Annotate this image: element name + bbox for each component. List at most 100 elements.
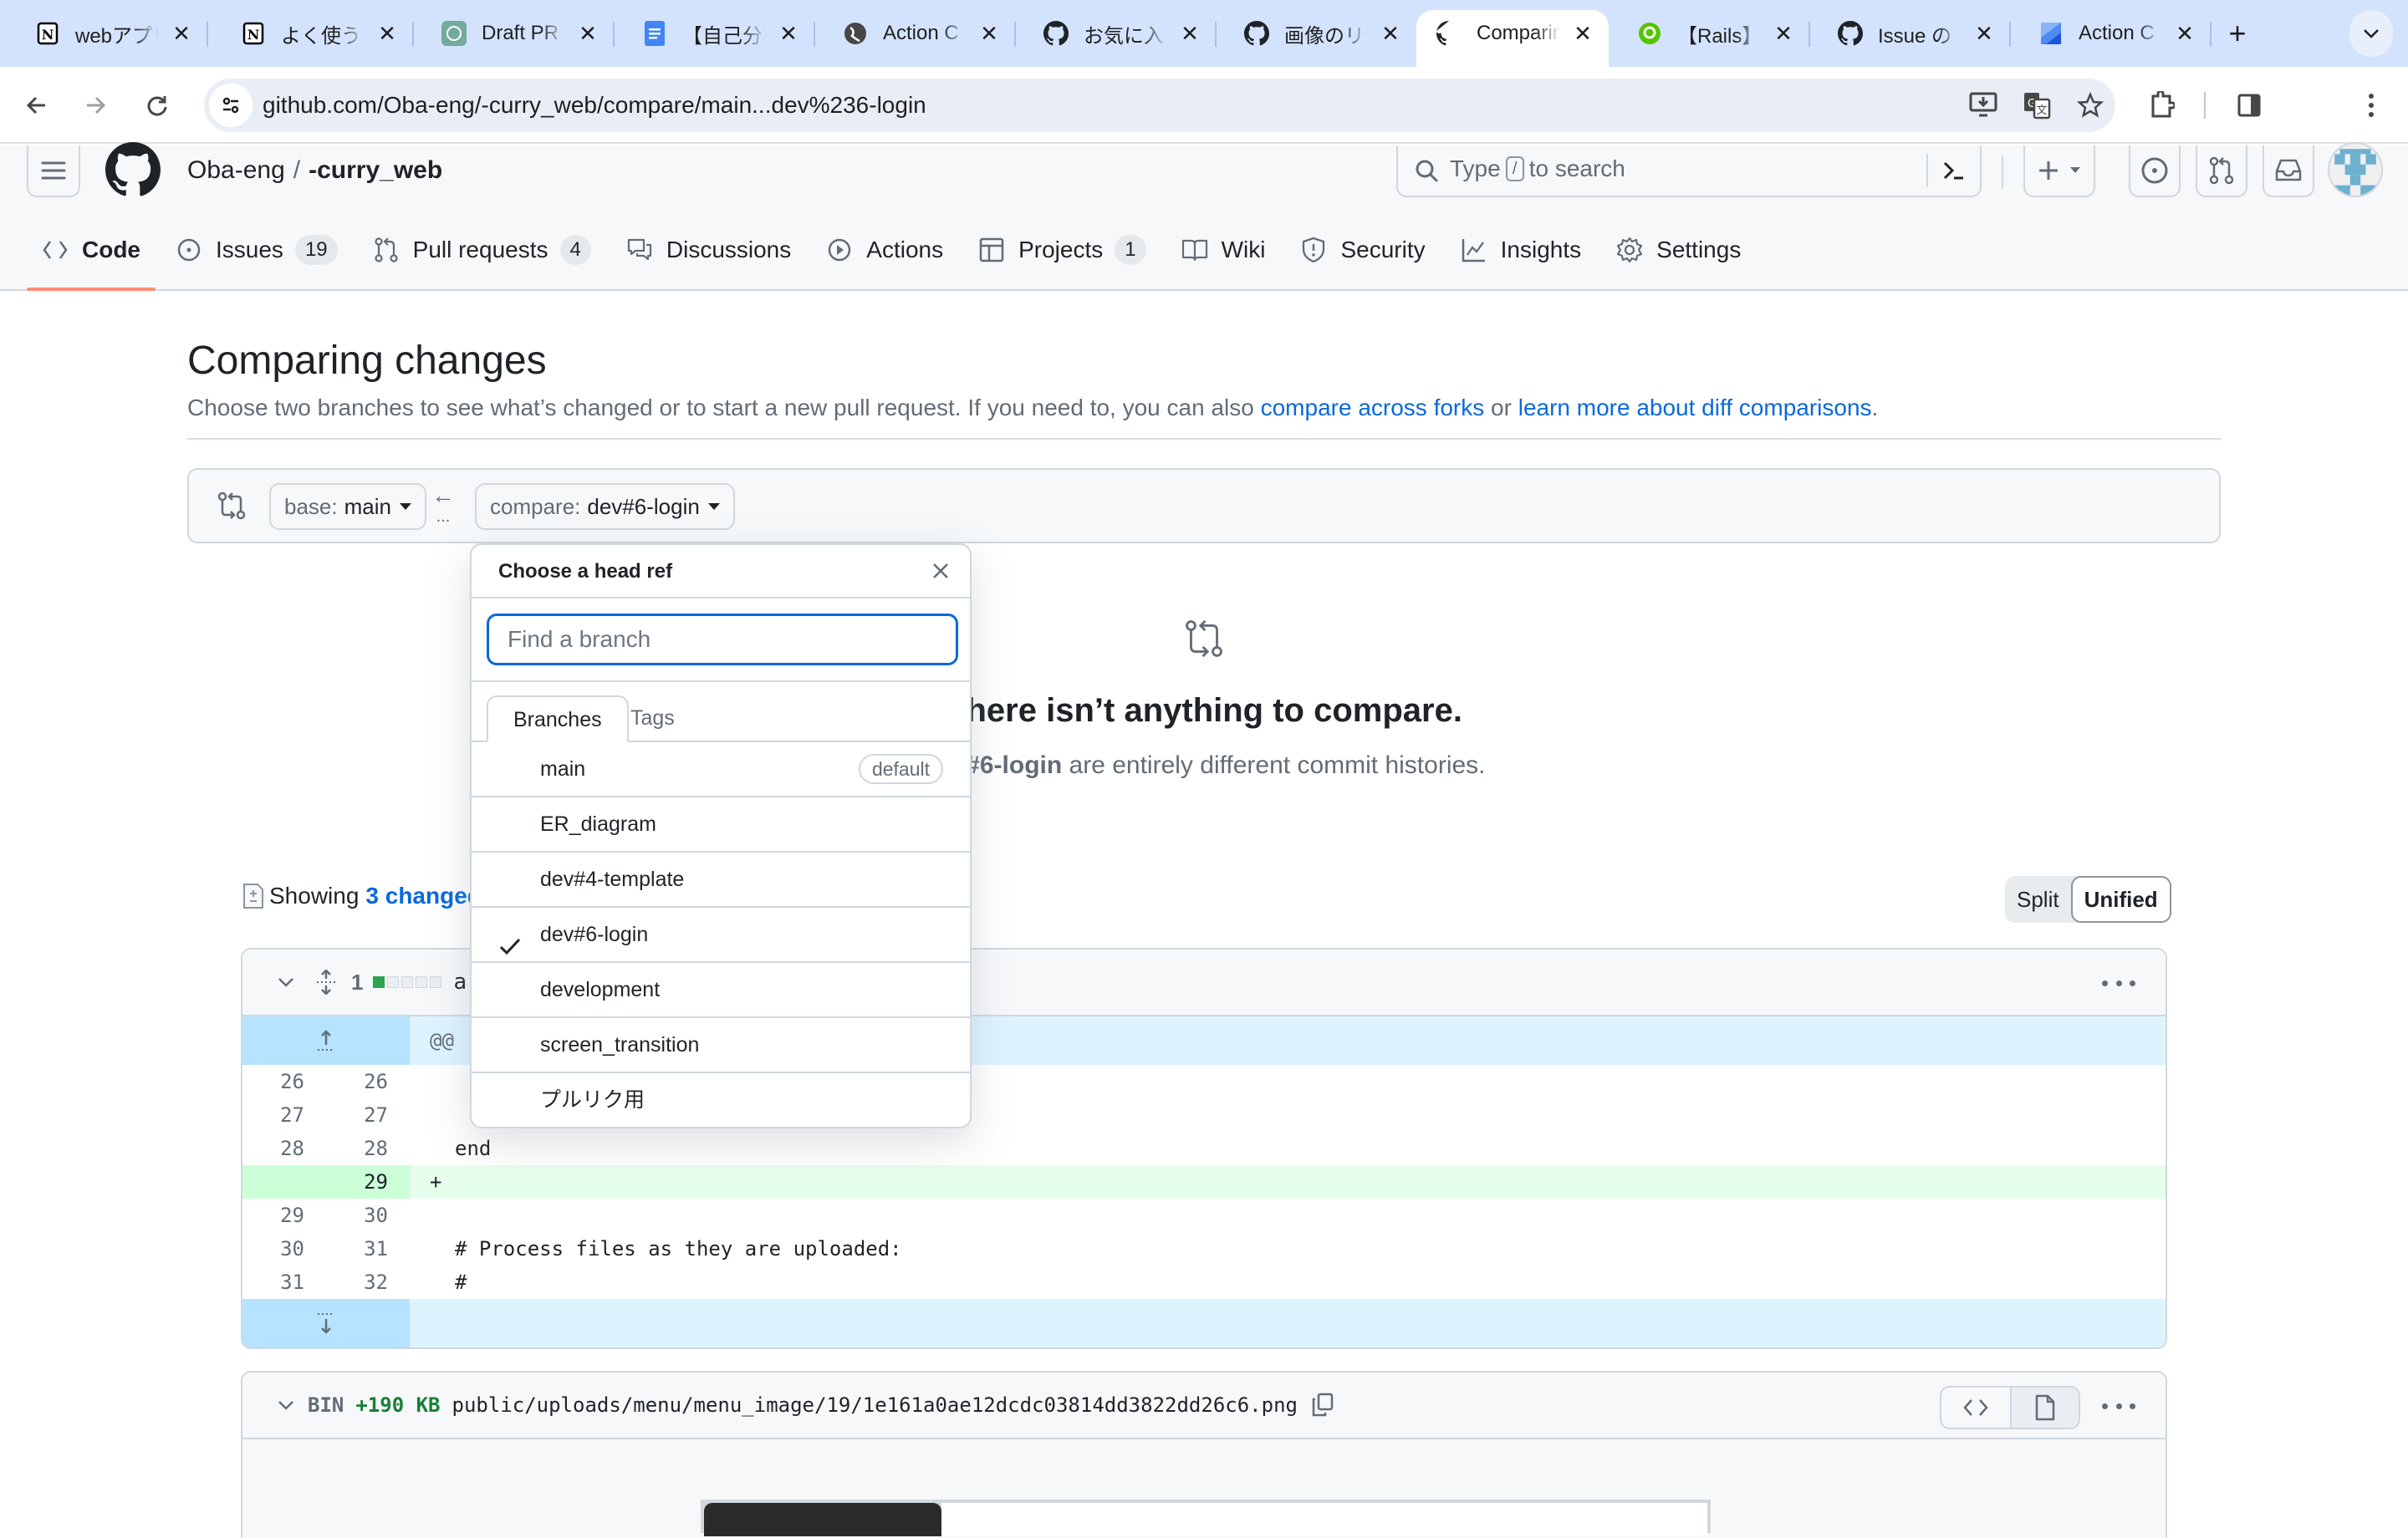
branch-item[interactable]: dev#6-login [472, 908, 970, 963]
file-options-icon[interactable] [2102, 968, 2135, 998]
close-tab-icon[interactable]: ✕ [978, 21, 1000, 47]
address-bar[interactable]: github.com/Oba-eng/-curry_web/compare/ma… [204, 79, 2115, 132]
browser-tab[interactable]: Action C ✕ [823, 10, 1016, 57]
branch-item[interactable]: ER_diagram [472, 797, 970, 853]
create-new-button[interactable] [2023, 145, 2095, 197]
close-tab-icon[interactable]: ✕ [577, 21, 599, 47]
site-info-icon[interactable] [209, 84, 253, 127]
new-line-number[interactable]: 26 [326, 1065, 410, 1098]
close-tab-icon[interactable]: ✕ [1773, 21, 1794, 47]
browser-tab[interactable]: 【Rails】 ✕ [1617, 10, 1810, 57]
forward-button[interactable] [75, 85, 115, 125]
old-line-number[interactable]: 31 [242, 1266, 326, 1299]
branch-item[interactable]: main default [472, 742, 970, 797]
new-line-number[interactable]: 29 [326, 1165, 410, 1199]
new-line-number[interactable]: 31 [326, 1232, 410, 1266]
browser-tab[interactable]: 【自己分析✕ [622, 10, 815, 57]
new-line-number[interactable]: 32 [326, 1266, 410, 1299]
base-branch-button[interactable]: base: main [269, 483, 426, 530]
tab-search-button[interactable] [2349, 10, 2393, 57]
new-line-number[interactable]: 30 [326, 1199, 410, 1232]
close-tab-icon[interactable]: ✕ [1380, 21, 1401, 47]
close-tab-icon[interactable]: ✕ [1973, 21, 1995, 47]
tab-pull-requests[interactable]: Pull requests 4 [358, 222, 606, 278]
close-tab-icon[interactable]: ✕ [376, 21, 398, 47]
bookmark-star-icon[interactable] [2074, 89, 2107, 122]
close-tab-icon[interactable]: ✕ [778, 21, 799, 47]
copy-icon[interactable] [1311, 1393, 1334, 1418]
close-icon[interactable] [926, 557, 955, 585]
old-line-number[interactable] [242, 1165, 326, 1199]
owner-link[interactable]: Oba-eng [187, 156, 285, 184]
browser-tab[interactable]: N よく使うコ✕ [221, 10, 414, 57]
tab-wiki[interactable]: Wiki [1166, 222, 1281, 278]
pull-requests-button[interactable] [2196, 145, 2247, 197]
tab-discussions[interactable]: Discussions [611, 222, 806, 278]
tab-actions[interactable]: Actions [811, 222, 958, 278]
old-line-number[interactable]: 27 [242, 1098, 326, 1132]
old-line-number[interactable]: 26 [242, 1065, 326, 1098]
split-view-option[interactable]: Split [2005, 876, 2071, 923]
close-tab-icon[interactable]: ✕ [171, 21, 192, 47]
inbox-button[interactable] [2263, 145, 2314, 197]
caret-down-icon [2070, 167, 2080, 173]
expand-all-icon[interactable] [314, 970, 338, 995]
file-options-icon[interactable] [2102, 1391, 2135, 1421]
tab-security[interactable]: Security [1285, 222, 1440, 278]
new-line-number[interactable]: 28 [326, 1132, 410, 1165]
back-button[interactable] [17, 85, 57, 125]
close-tab-icon[interactable]: ✕ [1179, 21, 1201, 47]
branch-filter-input[interactable] [487, 614, 958, 665]
reload-button[interactable] [137, 85, 177, 125]
expand-down-icon[interactable] [242, 1299, 410, 1347]
old-line-number[interactable]: 28 [242, 1132, 326, 1165]
user-avatar[interactable] [2328, 142, 2383, 197]
close-tab-icon[interactable]: ✕ [2174, 21, 2196, 47]
browser-tab[interactable]: Issue の ✕ [1818, 10, 2011, 57]
command-palette-icon[interactable] [1926, 154, 1980, 187]
compare-across-forks-link[interactable]: compare across forks [1261, 395, 1485, 420]
tab-code[interactable]: Code [27, 222, 156, 291]
install-app-icon[interactable] [1967, 89, 2000, 122]
tab-projects[interactable]: Projects 1 [963, 222, 1161, 278]
compare-branch-button[interactable]: compare: dev#6-login [475, 483, 735, 530]
file-path[interactable]: public/uploads/menu/menu_image/19/1e161a… [452, 1393, 1298, 1417]
branch-item[interactable]: development [472, 963, 970, 1018]
search-input[interactable]: Type / to search [1396, 145, 1982, 197]
browser-tab[interactable]: Draft PR ✕ [421, 10, 615, 57]
github-logo-icon[interactable] [105, 142, 161, 196]
chrome-menu-icon[interactable] [2351, 85, 2391, 125]
translate-icon[interactable]: G文 [2020, 89, 2053, 122]
unified-view-option[interactable]: Unified [2070, 876, 2171, 923]
side-panel-icon[interactable] [2229, 85, 2269, 125]
chevron-down-icon[interactable] [276, 1395, 296, 1415]
browser-tab-active[interactable]: Comparing✕ [1416, 10, 1609, 67]
tab-tags[interactable]: Tags [605, 695, 700, 742]
tab-settings[interactable]: Settings [1601, 222, 1756, 278]
close-tab-icon[interactable]: ✕ [1572, 21, 1594, 47]
extensions-icon[interactable] [2142, 85, 2182, 125]
repo-link[interactable]: -curry_web [309, 156, 442, 184]
branch-item[interactable]: プルリク用 [472, 1073, 970, 1127]
global-menu-button[interactable] [27, 145, 80, 197]
rich-view-button[interactable] [2010, 1388, 2079, 1428]
url-text[interactable]: github.com/Oba-eng/-curry_web/compare/ma… [263, 79, 926, 132]
branch-item[interactable]: screen_transition [472, 1018, 970, 1073]
old-line-number[interactable]: 29 [242, 1199, 326, 1232]
old-line-number[interactable]: 30 [242, 1232, 326, 1266]
tab-issues[interactable]: Issues 19 [161, 222, 353, 278]
issues-button[interactable] [2129, 145, 2181, 197]
branch-item[interactable]: dev#4-template [472, 853, 970, 908]
browser-tab[interactable]: Action C ✕ [2018, 10, 2212, 57]
browser-tab[interactable]: 画像のリサ✕ [1224, 10, 1416, 57]
browser-tab[interactable]: お気に入り✕ [1023, 10, 1217, 57]
tab-insights[interactable]: Insights [1446, 222, 1597, 278]
new-tab-button[interactable]: + [2221, 15, 2254, 52]
chevron-down-icon[interactable] [276, 972, 296, 992]
expand-up-icon[interactable] [242, 1016, 410, 1065]
tab-label: Pull requests [412, 237, 548, 262]
source-view-button[interactable] [1941, 1388, 2010, 1428]
learn-more-link[interactable]: learn more about diff comparisons [1518, 395, 1872, 420]
new-line-number[interactable]: 27 [326, 1098, 410, 1132]
browser-tab[interactable]: N webアプリ✕ [15, 10, 208, 57]
